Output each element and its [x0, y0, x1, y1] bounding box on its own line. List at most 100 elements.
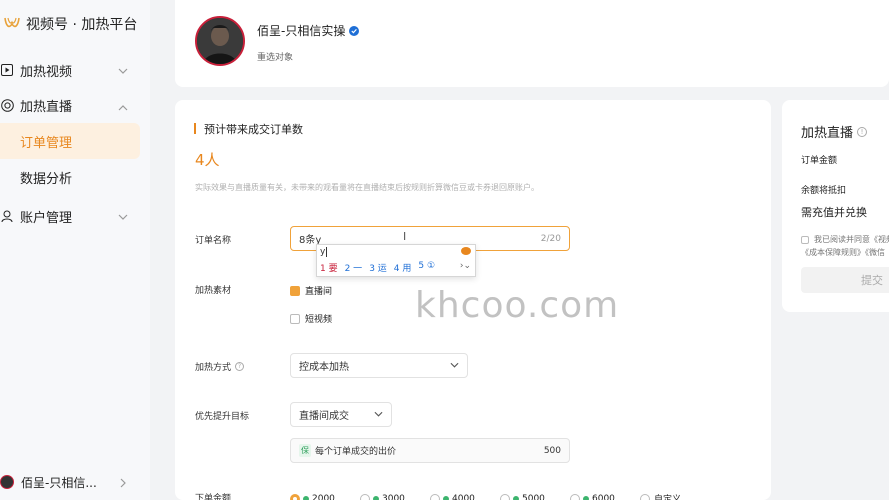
help-icon[interactable]: ? [235, 362, 245, 371]
radio-unselected[interactable] [430, 493, 440, 500]
ime-candidate[interactable]: 3 运 [369, 261, 387, 274]
chevron-down-icon [118, 209, 128, 224]
agreement-text: 我已阅读并同意《视频 [814, 235, 889, 244]
logo-icon [4, 17, 20, 31]
amount-value: 5000 [522, 493, 545, 500]
order-name-label: 订单名称 [195, 236, 232, 246]
sidebar: 视频号 · 加热平台 加热视频 加热直播 订单管理 数据分析 账户管理 佰呈-只… [0, 0, 150, 500]
agreement-checkbox[interactable] [801, 235, 809, 244]
bid-input[interactable]: 保 每个订单成交的出价 500 [290, 438, 570, 463]
target-select[interactable]: 直播间成交 [290, 402, 392, 427]
bean-icon [373, 495, 379, 500]
radio-unselected[interactable] [500, 493, 510, 500]
material-option-label: 直播间 [305, 287, 333, 297]
sidebar-item-heat-video[interactable]: 加热视频 [0, 53, 150, 87]
amount-value: 6000 [592, 493, 615, 500]
amount-option[interactable]: 5000 [500, 493, 562, 500]
ime-candidates: 1 要 2 一 3 运 4 用 5 ① [320, 261, 435, 274]
method-label: 加热方式 [195, 363, 232, 373]
avatar [0, 475, 14, 489]
estimate-value: 4人 [195, 151, 220, 169]
watermark: khcoo.com [415, 285, 620, 326]
bean-icon [443, 495, 449, 500]
user-icon [0, 209, 14, 223]
checkbox-checked[interactable] [290, 285, 300, 296]
profile-card: 佰呈-只相信实操 重选对象 [175, 0, 889, 87]
sidebar-item-order-management[interactable]: 订单管理 [0, 123, 140, 159]
profile-name: 佰呈-只相信实操 [257, 24, 346, 38]
chevron-down-icon [374, 409, 383, 420]
sidebar-item-account[interactable]: 账户管理 [0, 199, 150, 233]
chevron-down-icon [450, 360, 459, 371]
brand: 视频号 · 加热平台 [4, 14, 137, 34]
method-value: 控成本加热 [299, 362, 349, 373]
radio-unselected[interactable] [640, 493, 650, 500]
checkbox-unchecked[interactable] [290, 313, 300, 324]
ime-candidate[interactable]: 5 ① [418, 261, 435, 274]
ime-logo-icon [461, 247, 471, 255]
chevron-down-icon [118, 63, 128, 78]
amount-options: 2000 3000 4000 5000 6000 自定义 [290, 492, 690, 500]
target-label: 优先提升目标 [195, 412, 250, 422]
reselect-link[interactable]: 重选对象 [257, 50, 293, 63]
submit-button[interactable]: 提交 [801, 267, 889, 293]
sidebar-item-label: 加热视频 [20, 64, 73, 80]
current-user[interactable]: 佰呈-只相信... [0, 468, 150, 496]
bean-icon [513, 495, 519, 500]
sidebar-item-label: 加热直播 [20, 99, 73, 115]
amount-label: 下单金额 [195, 494, 232, 500]
ime-candidate[interactable]: 2 一 [345, 261, 363, 274]
chevron-up-icon [118, 100, 128, 115]
amount-option[interactable]: 6000 [570, 493, 632, 500]
summary-title-row: 加热直播 ! [801, 122, 868, 141]
sidebar-item-label: 账户管理 [20, 210, 73, 226]
amount-value: 2000 [312, 493, 335, 500]
agreement-links[interactable]: 《成本保障规则》《微信 [801, 247, 885, 258]
info-icon[interactable]: ! [857, 126, 868, 137]
ime-next-icon[interactable]: ›⌄ [460, 261, 471, 271]
material-option-live[interactable]: 直播间 [290, 284, 332, 297]
material-label: 加热素材 [195, 286, 232, 296]
ime-candidate[interactable]: 4 用 [394, 261, 412, 274]
ime-input: y [320, 247, 328, 257]
bid-label: 每个订单成交的出价 [315, 447, 397, 457]
play-square-icon [0, 63, 14, 77]
summary-title: 加热直播 [801, 126, 854, 141]
ime-candidate[interactable]: 1 要 [320, 261, 338, 274]
method-label-row: 加热方式 ? [195, 360, 245, 373]
radio-unselected[interactable] [360, 493, 370, 500]
text-cursor: I [403, 230, 407, 243]
bean-icon [303, 495, 309, 500]
amount-option[interactable]: 2000 [290, 493, 352, 500]
radio-unselected[interactable] [570, 493, 580, 500]
order-name-count: 2/20 [540, 233, 561, 244]
profile-name-row: 佰呈-只相信实操 [257, 22, 360, 39]
submit-label: 提交 [861, 274, 883, 287]
bid-value: 500 [543, 445, 561, 456]
radio-selected[interactable] [290, 493, 300, 500]
bean-icon [583, 495, 589, 500]
amount-option[interactable]: 4000 [430, 493, 492, 500]
estimate-note: 实际效果与直播质量有关，未带来的观看量将在直播结束后按规则折算微信豆或卡券退回原… [195, 183, 539, 192]
amount-option[interactable]: 自定义 [640, 492, 690, 500]
order-amount-label: 订单金额 [801, 156, 838, 166]
sidebar-item-heat-live[interactable]: 加热直播 [0, 88, 150, 122]
amount-value: 4000 [452, 493, 475, 500]
live-circle-icon [0, 98, 14, 112]
target-value: 直播间成交 [299, 411, 349, 422]
agreement-row: 我已阅读并同意《视频 [801, 234, 889, 245]
amount-option[interactable]: 3000 [360, 493, 422, 500]
material-option-label: 短视频 [305, 315, 333, 325]
profile-avatar[interactable] [195, 16, 245, 66]
amount-value: 3000 [382, 493, 405, 500]
material-option-video[interactable]: 短视频 [290, 312, 332, 325]
brand-title: 视频号 · 加热平台 [26, 17, 138, 33]
sidebar-item-data-analysis[interactable]: 数据分析 [0, 159, 140, 195]
summary-panel: 加热直播 ! 订单金额 余额将抵扣 需充值并兑换 我已阅读并同意《视频 《成本保… [782, 100, 889, 312]
method-select[interactable]: 控成本加热 [290, 353, 468, 378]
estimate-title: 预计带来成交订单数 [204, 123, 303, 136]
ime-popup: y 1 要 2 一 3 运 4 用 5 ① ›⌄ [316, 244, 476, 277]
need-recharge-label: 需充值并兑换 [801, 206, 867, 219]
chevron-right-icon [120, 477, 126, 491]
section-marker [194, 123, 196, 134]
